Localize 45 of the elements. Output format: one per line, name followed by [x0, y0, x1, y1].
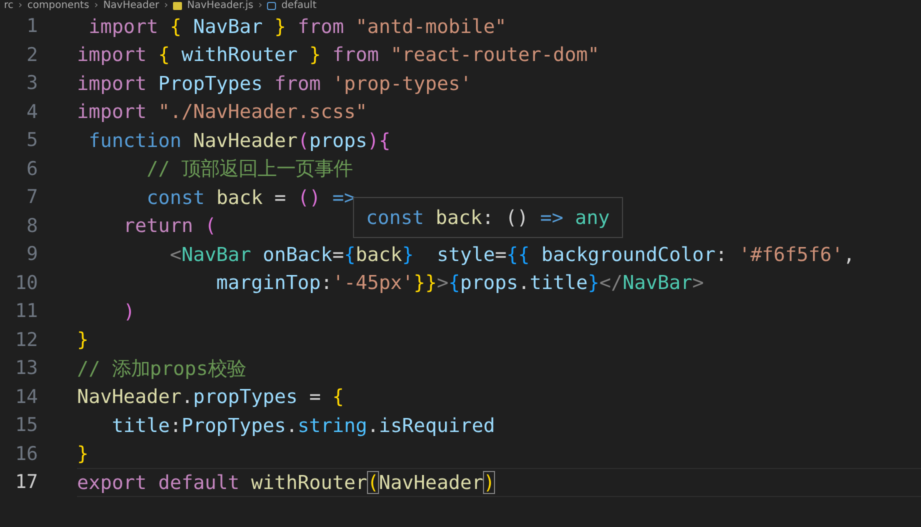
line-number: 4 [26, 100, 38, 123]
symbol-icon [267, 2, 276, 10]
code-line: // 顶部返回上一页事件 [146, 156, 352, 182]
line-number: 17 [14, 471, 38, 494]
line-number: 10 [14, 272, 38, 294]
code-line: } [77, 442, 89, 466]
chevron-separator: › [258, 0, 262, 12]
code-line: marginTop:'-45px'}}>{props.title}</NavBar> [215, 271, 704, 294]
line-number: 13 [14, 357, 38, 380]
chevron-separator: › [18, 0, 22, 12]
line-number: 15 [14, 414, 38, 436]
code-line: export default withRouter(NavHeader) [77, 470, 495, 494]
code-line: import { withRouter } from "react-router-dom" [77, 43, 600, 66]
line-number: 8 [26, 214, 38, 237]
code-line: } [77, 328, 89, 352]
code-line: ) [122, 300, 136, 323]
code-line: title:PropTypes.string.isRequired [110, 414, 495, 437]
code-line: import PropTypes from 'prop-types' [77, 72, 472, 95]
line-number: 7 [26, 186, 38, 208]
chevron-separator: › [94, 0, 98, 12]
breadcrumb-item[interactable]: components [27, 0, 90, 12]
file-icon [173, 2, 182, 10]
line-number: 2 [26, 44, 38, 66]
code-line: <NavBar onBack={back} style={{ backgroundColor: '#f6f5f6', [168, 242, 855, 266]
breadcrumb-item[interactable]: NavHeader [103, 0, 160, 12]
line-number: 9 [26, 243, 38, 266]
line-number: 16 [14, 442, 38, 465]
code-line: import { NavBar } from "antd-mobile" [88, 14, 507, 38]
hover-tooltip: const back: () => any [353, 197, 623, 238]
code-line: NavHeader.propTypes = { [77, 385, 344, 408]
line-number: 12 [14, 328, 38, 351]
line-number: 14 [14, 386, 38, 408]
code-line: // 添加props校验 [77, 356, 246, 382]
line-number: 5 [26, 129, 38, 152]
breadcrumb-item[interactable]: rc [4, 0, 14, 12]
line-number: 1 [26, 15, 38, 38]
line-number: 11 [14, 300, 38, 322]
line-number: 6 [26, 158, 38, 180]
code-line: return ( [122, 214, 216, 238]
code-line: function NavHeader(props){ [88, 128, 390, 152]
line-number: 3 [26, 72, 38, 94]
breadcrumb-item[interactable]: NavHeader.js [187, 0, 254, 12]
chevron-separator: › [164, 0, 168, 12]
code-line: import "./NavHeader.scss" [77, 100, 368, 124]
breadcrumb-item[interactable]: default [281, 0, 316, 12]
